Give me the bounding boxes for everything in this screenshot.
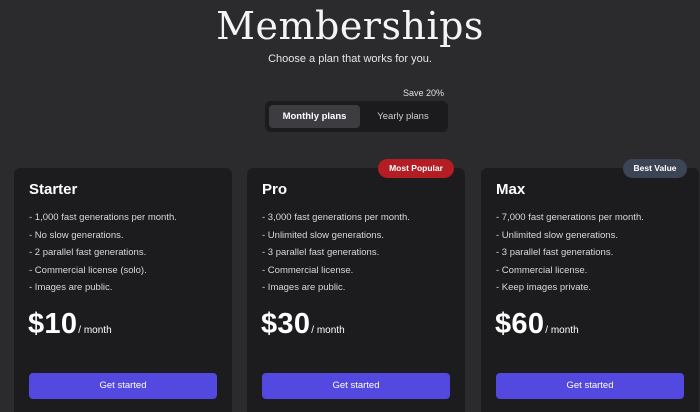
feature-item: - 2 parallel fast generations. (29, 247, 147, 258)
feature-item: - 3 parallel fast generations. (262, 247, 380, 258)
plan-card-max: Max - 7,000 fast generations per month. … (481, 168, 699, 412)
feature-item: - 3 parallel fast generations. (496, 247, 614, 258)
best-value-badge: Best Value (623, 159, 687, 178)
price-amount: $30 (261, 308, 311, 340)
yearly-plans-tab[interactable]: Yearly plans (363, 105, 443, 128)
price-period: / month (78, 325, 112, 336)
feature-item: - 7,000 fast generations per month. (496, 212, 644, 223)
feature-list: - 3,000 fast generations per month. - Un… (262, 209, 410, 297)
feature-list: - 7,000 fast generations per month. - Un… (496, 209, 644, 297)
plan-price: $30/ month (261, 308, 345, 341)
feature-item: - Keep images private. (496, 282, 592, 293)
feature-item: - Images are public. (262, 282, 346, 293)
get-started-button[interactable]: Get started (262, 373, 450, 399)
plan-price: $10/ month (28, 308, 112, 341)
feature-item: - 1,000 fast generations per month. (29, 212, 177, 223)
plan-name: Starter (29, 181, 78, 198)
price-amount: $10 (28, 308, 78, 340)
price-period: / month (311, 325, 345, 336)
page-title: Memberships (216, 4, 484, 48)
plan-price: $60/ month (495, 308, 579, 341)
save-note: Save 20% (403, 88, 445, 98)
plan-card-starter: Starter - 1,000 fast generations per mon… (14, 168, 232, 412)
feature-item: - No slow generations. (29, 229, 124, 241)
monthly-plans-tab[interactable]: Monthly plans (269, 105, 360, 128)
page-subtitle: Choose a plan that works for you. (268, 53, 432, 65)
feature-item: - Unlimited slow generations. (262, 229, 384, 241)
memberships-page: Memberships Choose a plan that works for… (0, 0, 700, 412)
feature-item: - 3,000 fast generations per month. (262, 212, 410, 223)
price-period: / month (545, 325, 579, 336)
plan-card-pro: Pro - 3,000 fast generations per month. … (247, 168, 465, 412)
feature-list: - 1,000 fast generations per month. - No… (29, 209, 177, 297)
get-started-button[interactable]: Get started (496, 373, 684, 399)
price-amount: $60 (495, 308, 545, 340)
feature-item: - Commercial license. (262, 264, 354, 276)
feature-item: - Unlimited slow generations. (496, 229, 618, 241)
get-started-button[interactable]: Get started (29, 373, 217, 399)
plan-name: Pro (262, 181, 288, 198)
feature-item: - Images are public. (29, 282, 113, 293)
plan-name: Max (496, 181, 526, 198)
most-popular-badge: Most Popular (378, 159, 454, 178)
feature-item: - Commercial license. (496, 264, 588, 276)
feature-item: - Commercial license (solo). (29, 264, 147, 276)
billing-toggle: Monthly plans Yearly plans (265, 101, 448, 132)
